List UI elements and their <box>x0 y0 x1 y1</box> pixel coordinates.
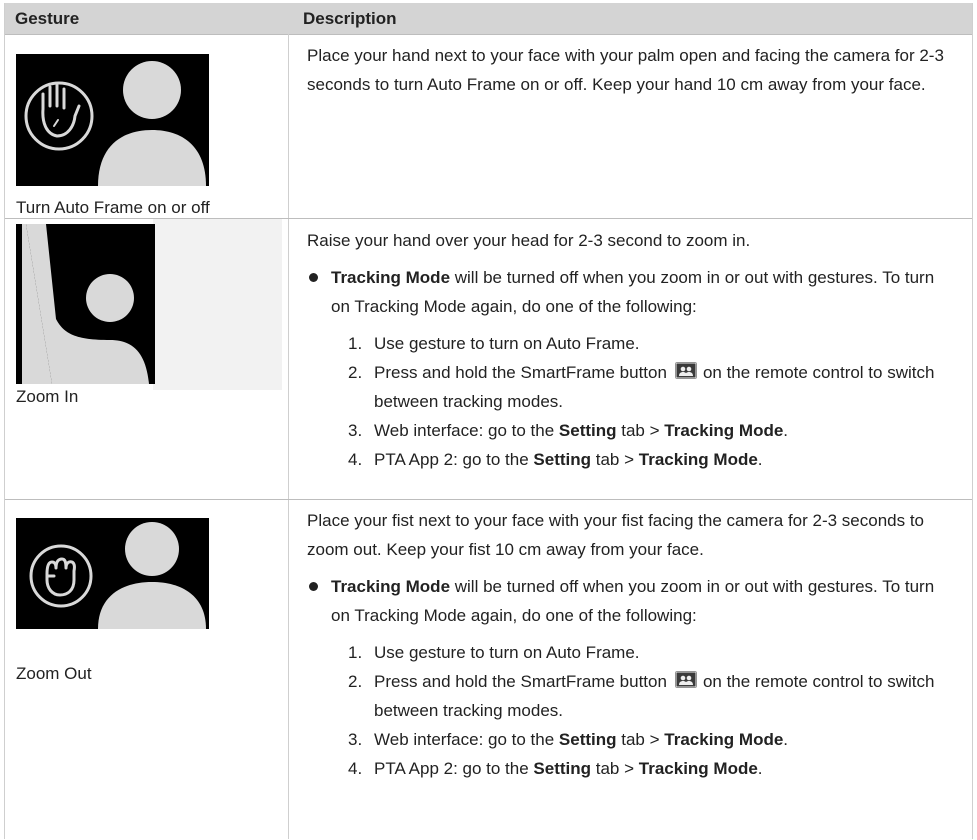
list-item: 4. PTA App 2: go to the Setting tab > Tr… <box>348 759 763 778</box>
gesture-description: Place your hand next to your face with y… <box>307 41 957 99</box>
smartframe-icon <box>674 362 697 379</box>
raised-hand-person-icon <box>16 224 155 384</box>
list-item: 1. Use gesture to turn on Auto Frame. <box>348 643 640 662</box>
list-item: 4. PTA App 2: go to the Setting tab > Tr… <box>348 450 763 469</box>
list-item: 2. Press and hold the SmartFrame button o… <box>348 671 935 720</box>
smartframe-icon <box>674 671 697 688</box>
table-header: Gesture Description <box>5 3 972 35</box>
table-row: Turn Auto Frame on or off Place your han… <box>5 34 972 219</box>
gesture-description: Place your fist next to your face with y… <box>307 506 957 783</box>
gesture-table: Gesture Description Turn Auto Frame on o… <box>4 3 973 839</box>
list-item: 3. Web interface: go to the Setting tab … <box>348 421 789 440</box>
bullet-item: Tracking Mode will be turned off when yo… <box>307 263 957 321</box>
table-row: Zoom Out Place your fist next to your fa… <box>5 500 972 840</box>
header-gesture: Gesture <box>15 9 80 28</box>
list-item: 3. Web interface: go to the Setting tab … <box>348 730 789 749</box>
bullet-dot <box>309 273 318 282</box>
description-text: Place your fist next to your face with y… <box>307 511 925 559</box>
bullet-dot <box>309 582 318 591</box>
open-palm-person-icon <box>16 54 209 186</box>
table-row: Zoom In Raise your hand over your head f… <box>5 219 972 500</box>
gesture-caption: Turn Auto Frame on or off <box>16 198 210 217</box>
steps-list: 1. Use gesture to turn on Auto Frame. 2.… <box>307 638 957 783</box>
header-description: Description <box>303 9 397 28</box>
gesture-caption: Zoom Out <box>16 664 92 683</box>
steps-list: 1. Use gesture to turn on Auto Frame. 2.… <box>307 329 957 474</box>
fist-person-icon <box>16 518 209 629</box>
bullet-bold: Tracking Mode <box>331 268 451 287</box>
description-text: Raise your hand over your head for 2-3 s… <box>307 231 751 250</box>
list-item: 2. Press and hold the SmartFrame button o… <box>348 362 935 411</box>
gesture-table-page: Gesture Description Turn Auto Frame on o… <box>0 0 977 839</box>
gesture-description: Raise your hand over your head for 2-3 s… <box>307 226 957 474</box>
bullet-bold: Tracking Mode <box>331 577 451 596</box>
gesture-caption: Zoom In <box>16 387 79 406</box>
description-text: Place your hand next to your face with y… <box>307 46 944 94</box>
bullet-item: Tracking Mode will be turned off when yo… <box>307 572 957 630</box>
list-item: 1. Use gesture to turn on Auto Frame. <box>348 334 640 353</box>
